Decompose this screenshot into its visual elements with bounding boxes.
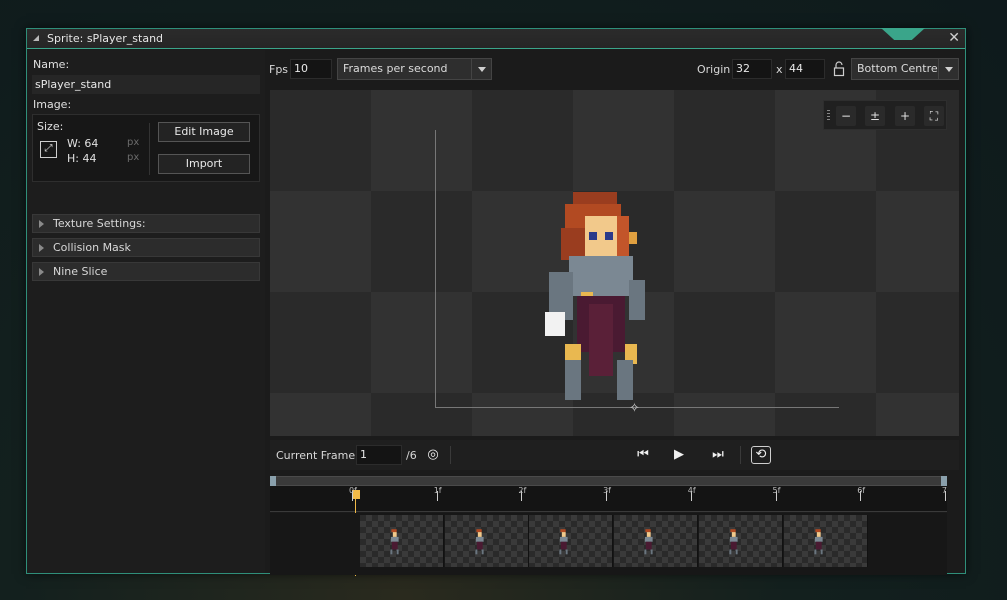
size-label: Size: (37, 120, 64, 133)
frame-sprite-image (729, 529, 738, 555)
title-notch-decoration (881, 28, 925, 40)
timeline-tick-label: 7 (941, 486, 947, 495)
timeline-tick-label: 4f (687, 486, 696, 495)
collapse-icon[interactable] (33, 35, 39, 41)
expand-arrow-icon (39, 268, 44, 276)
divider (149, 123, 150, 175)
origin-marker-icon[interactable]: ✧ (629, 401, 640, 416)
title-bar[interactable]: Sprite: sPlayer_stand ✕ (27, 28, 965, 49)
image-box: Size: ⤢ W: 64 H: 44 px px Edit Image Imp… (32, 114, 260, 182)
frame-thumbnail[interactable] (783, 515, 868, 567)
name-label: Name: (33, 58, 70, 71)
frame-sprite-image (813, 529, 823, 555)
sprite-toolbar: Fps 10 Frames per second Origin 32 x 44 … (269, 50, 965, 88)
lock-icon[interactable] (833, 61, 845, 77)
origin-preset-value: Bottom Centre (857, 62, 938, 75)
frame-thumbnail[interactable] (614, 515, 699, 567)
section-label: Collision Mask (53, 241, 131, 254)
frame-thumbnail[interactable] (444, 515, 529, 567)
chevron-down-icon (471, 59, 491, 79)
zoom-toolbar: − ± + ⛶ (823, 100, 947, 130)
timeline-tick-label: 5f (772, 486, 781, 495)
playback-bar: Current Frame: 1 /6 ◎ ⏮ ▶ ⏭ ⟲ (270, 440, 959, 470)
last-frame-icon[interactable]: ⏭ (707, 445, 729, 465)
edit-image-button[interactable]: Edit Image (158, 122, 250, 142)
timeline-tick-label: 1f (433, 486, 442, 495)
timeline-tick-label: 6f (857, 486, 866, 495)
fps-mode-select[interactable]: Frames per second (337, 58, 492, 80)
timeline-ruler[interactable]: 0f 1f 2f 3f 4f 5f 6f 7 (270, 486, 947, 512)
zoom-out-icon[interactable]: − (836, 106, 856, 126)
onion-skin-icon[interactable]: ◎ (422, 445, 444, 465)
frame-sprite-image (644, 529, 653, 555)
total-frames: /6 (406, 449, 417, 462)
zoom-reset-icon[interactable]: ± (865, 106, 885, 126)
fps-mode-value: Frames per second (343, 62, 448, 75)
section-label: Nine Slice (53, 265, 108, 278)
sprite-view-panel: Fps 10 Frames per second Origin 32 x 44 … (269, 50, 965, 576)
window-title: Sprite: sPlayer_stand (47, 32, 164, 45)
section-collision-mask[interactable]: Collision Mask (32, 238, 260, 257)
divider (740, 446, 741, 464)
resize-icon[interactable]: ⤢ (40, 141, 57, 158)
expand-arrow-icon (39, 220, 44, 228)
sprite-editor-window: Sprite: sPlayer_stand ✕ Name: sPlayer_st… (26, 28, 966, 576)
first-frame-icon[interactable]: ⏮ (632, 445, 654, 465)
timeline-tick-label: 2f (518, 486, 527, 495)
origin-preset-select[interactable]: Bottom Centre (851, 58, 959, 80)
frame-sprite-image (475, 529, 484, 555)
close-icon[interactable]: ✕ (948, 30, 960, 46)
timeline-scrollbar[interactable] (270, 476, 947, 488)
origin-y-input[interactable]: 44 (785, 59, 825, 79)
frame-sprite-image (559, 529, 569, 555)
origin-separator: x (776, 63, 783, 76)
play-icon[interactable]: ▶ (668, 445, 690, 465)
frame-thumbnail[interactable] (529, 515, 614, 567)
drag-handle-icon[interactable] (827, 110, 830, 122)
fit-to-view-icon[interactable]: ⛶ (924, 106, 944, 126)
origin-label: Origin (697, 63, 731, 76)
fps-label: Fps (269, 63, 289, 76)
width-unit: px (127, 137, 140, 148)
sprite-canvas[interactable]: ✧ − ± + ⛶ (270, 90, 959, 436)
current-frame-input[interactable]: 1 (356, 445, 402, 465)
divider (450, 446, 451, 464)
properties-panel: Name: sPlayer_stand Image: Size: ⤢ W: 64… (27, 50, 265, 573)
import-button[interactable]: Import (158, 154, 250, 174)
sprite-preview-image (545, 192, 645, 400)
section-label: Texture Settings: (53, 217, 146, 230)
current-frame-label: Current Frame: (276, 449, 359, 462)
section-texture-settings[interactable]: Texture Settings: (32, 214, 260, 233)
chevron-down-icon (938, 59, 958, 79)
section-nine-slice[interactable]: Nine Slice (32, 262, 260, 281)
frame-strip (270, 513, 947, 575)
zoom-in-icon[interactable]: + (895, 106, 915, 126)
height-unit: px (127, 152, 140, 163)
sprite-name-input[interactable]: sPlayer_stand (32, 75, 260, 94)
width-value: W: 64 (67, 137, 99, 150)
frame-thumbnail[interactable] (698, 515, 783, 567)
expand-arrow-icon (39, 244, 44, 252)
image-label: Image: (33, 98, 72, 111)
loop-icon[interactable]: ⟲ (751, 446, 771, 464)
origin-x-input[interactable]: 32 (732, 59, 772, 79)
frame-thumbnail[interactable] (360, 515, 444, 567)
height-value: H: 44 (67, 152, 97, 165)
frame-sprite-image (390, 529, 399, 555)
timeline-tick-label: 3f (603, 486, 611, 495)
fps-input[interactable]: 10 (290, 59, 332, 79)
